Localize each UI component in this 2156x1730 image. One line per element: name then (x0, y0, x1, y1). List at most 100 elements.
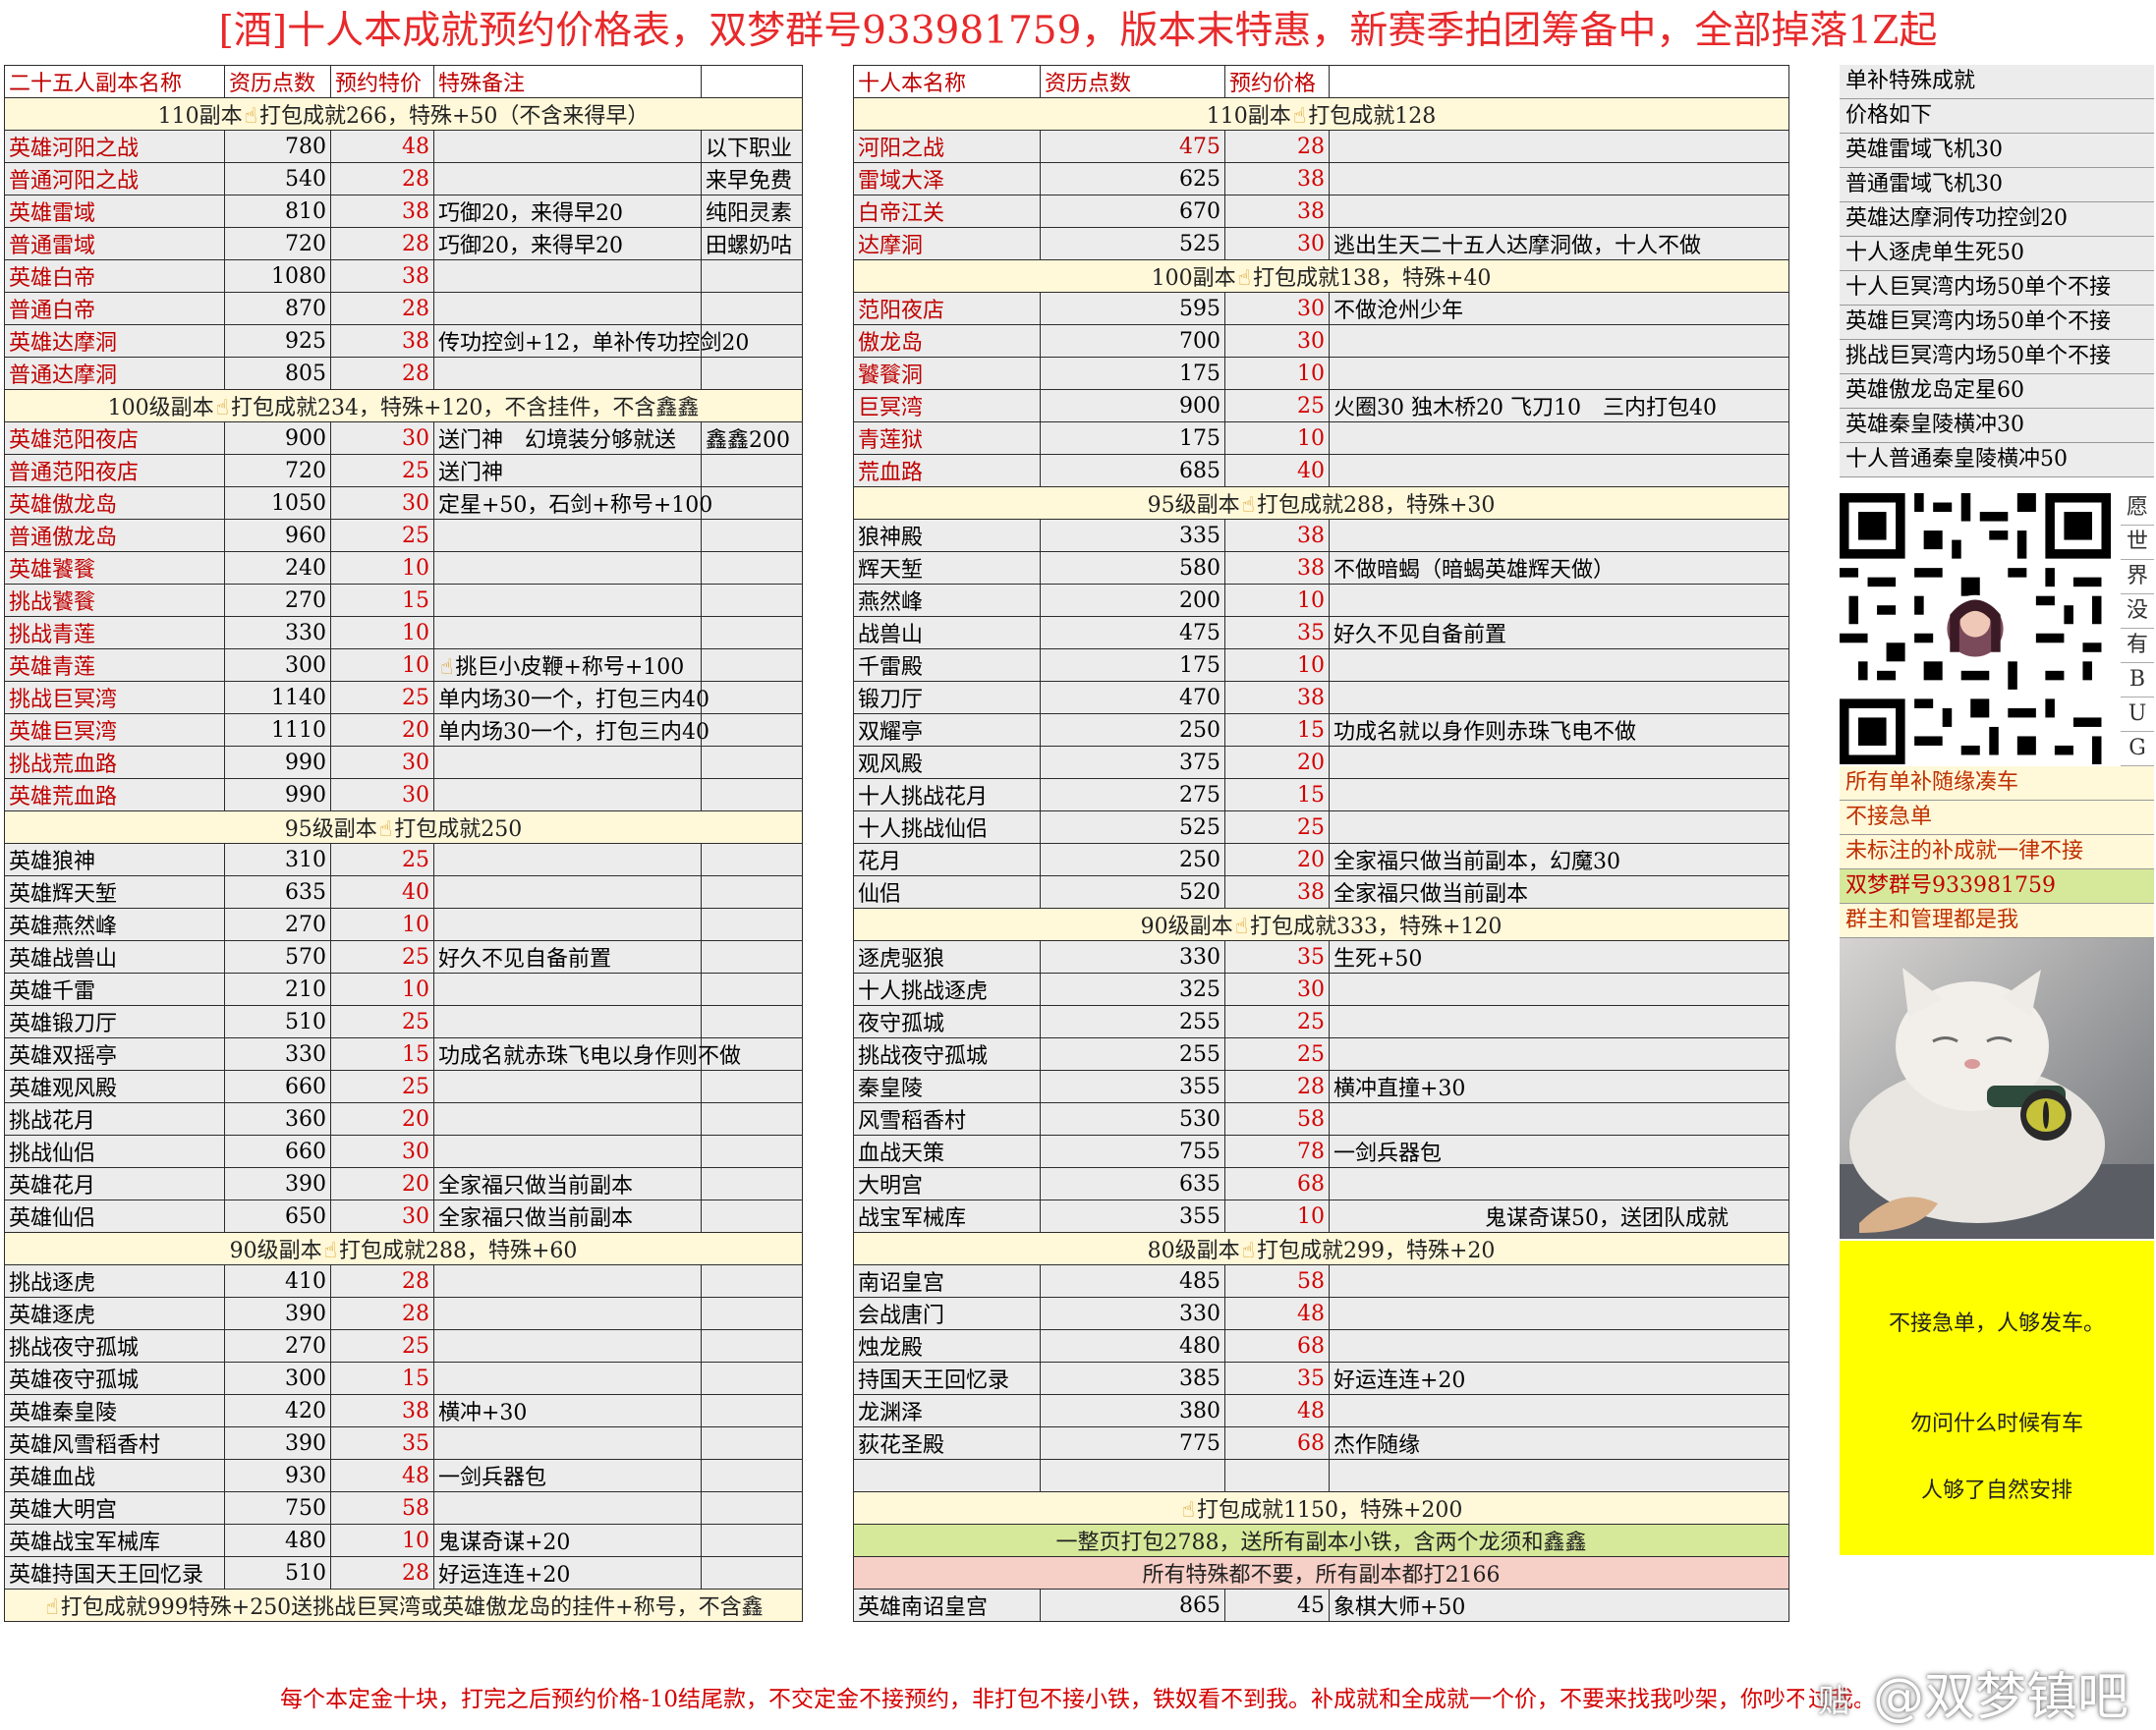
reservation-price: 38 (1224, 551, 1330, 585)
special-note (1329, 973, 1789, 1006)
left-section-label: 90级副本☝打包成就288，特殊+60 (4, 1232, 803, 1265)
pointing-hand-icon: ☝ (1234, 915, 1248, 939)
middle-section-label: 110副本☝打包成就128 (853, 97, 1789, 131)
qualification-points: 930 (224, 1459, 331, 1492)
extra-note (701, 1329, 803, 1363)
middle-table-row (853, 1459, 1789, 1492)
dungeon-name: 双耀亭 (853, 713, 1041, 747)
middle-table-row: 青莲狱 175 10 (853, 421, 1789, 455)
extra-note (701, 1297, 803, 1330)
special-note: 横冲直撞+30 (1329, 1070, 1789, 1103)
special-note: 横冲+30 (433, 1394, 702, 1427)
extra-note (701, 681, 803, 714)
pointing-hand-icon: ☝ (244, 104, 257, 129)
dungeon-name: 英雄达摩洞 (4, 324, 225, 358)
cat-photo (1840, 938, 2154, 1239)
dungeon-name: 血战天策 (853, 1135, 1041, 1168)
qualification-points: 810 (224, 195, 331, 228)
dungeon-name: 燕然峰 (853, 584, 1041, 617)
right-note-item: 所有单补随缘凑车 (1840, 766, 2154, 801)
extra-note (701, 1556, 803, 1590)
reservation-price: 25 (330, 1329, 434, 1363)
special-note: 功成名就以身作则赤珠飞电不做 (1329, 713, 1789, 747)
left-table-row: 英雄白帝 1080 38 (4, 259, 803, 293)
left-table-row: 英雄双摇亭 330 15 功成名就赤珠飞电以身作则不做 (4, 1037, 803, 1071)
middle-header-cell: 预约价格 (1224, 65, 1330, 98)
qualification-points: 900 (224, 421, 331, 455)
dungeon-name: 挑战饕餮 (4, 584, 225, 617)
extra-note (701, 357, 803, 390)
special-note: 杰作随缘 (1329, 1426, 1789, 1460)
qualification-points: 470 (1040, 681, 1225, 714)
dungeon-name: 花月 (853, 843, 1041, 876)
left-section-label: 110副本☝打包成就266，特殊+50（不含来得早） (4, 97, 803, 131)
qualification-points: 480 (1040, 1329, 1225, 1363)
reservation-price: 38 (330, 259, 434, 293)
qualification-points: 635 (224, 875, 331, 909)
qualification-points: 865 (1040, 1589, 1225, 1622)
extra-note (701, 908, 803, 941)
special-note (1329, 778, 1789, 811)
special-note (433, 1070, 702, 1103)
special-note (433, 1491, 702, 1525)
special-note (1329, 1005, 1789, 1038)
middle-table-row: 南诏皇宫 485 58 (853, 1264, 1789, 1298)
middle-table-row: 荒血路 685 40 (853, 454, 1789, 487)
dungeon-name: 挑战夜守孤城 (4, 1329, 225, 1363)
special-note: 单内场30一个，打包三内40 (433, 713, 709, 747)
dungeon-name: 烛龙殿 (853, 1329, 1041, 1363)
middle-table-row: 十人挑战逐虎 325 30 (853, 973, 1789, 1006)
dungeon-name: 辉天堑 (853, 551, 1041, 585)
qr-side-text: 愿世界没有BUG (2121, 491, 2154, 766)
reservation-price: 15 (1224, 713, 1330, 747)
dungeon-name: 白帝江关 (853, 195, 1041, 228)
left-table-row: 英雄大明宫 750 58 (4, 1491, 803, 1525)
extra-note (701, 1491, 803, 1525)
special-note: 好运连连+20 (433, 1556, 702, 1590)
qualification-points: 355 (1040, 1070, 1225, 1103)
dungeon-name: 英雄白帝 (4, 259, 225, 293)
dungeon-name: 英雄逐虎 (4, 1297, 225, 1330)
left-table-row: 普通雷域 720 28 巧御20，来得早20 田螺奶咕 (4, 227, 803, 260)
middle-section-label: 所有特殊都不要，所有副本都打2166 (853, 1556, 1789, 1590)
left-table-row: 挑战逐虎 410 28 (4, 1264, 803, 1298)
middle-table-row: 烛龙殿 480 68 (853, 1329, 1789, 1363)
middle-section-label: 一整页打包2788，送所有副本小铁，含两个龙须和鑫鑫 (853, 1524, 1789, 1557)
pointing-hand-icon: ☝ (323, 1239, 337, 1263)
middle-table-row: 雷域大泽 625 38 (853, 162, 1789, 195)
left-table-row: 英雄傲龙岛 1050 30 定星+50，石剑+称号+100 (4, 486, 803, 520)
reservation-price: 38 (1224, 875, 1330, 909)
qualification-points: 755 (1040, 1135, 1225, 1168)
qualification-points: 870 (224, 292, 331, 325)
left-table-row: 普通白帝 870 28 (4, 292, 803, 325)
left-table-row: 英雄风雪稻香村 390 35 (4, 1426, 803, 1460)
qualification-points: 660 (224, 1135, 331, 1168)
dungeon-name: 英雄南诏皇宫 (853, 1589, 1041, 1622)
dungeon-name: 十人挑战逐虎 (853, 973, 1041, 1006)
dungeon-name: 锻刀厅 (853, 681, 1041, 714)
qualification-points: 525 (1040, 810, 1225, 844)
dungeon-name: 英雄持国天王回忆录 (4, 1556, 225, 1590)
dungeon-name: 青莲狱 (853, 421, 1041, 455)
middle-table-row: 辉天堑 580 38 不做暗蝎（暗蝎英雄辉天做） (853, 551, 1789, 585)
qualification-points: 330 (224, 1037, 331, 1071)
left-table-row: 挑战青莲 330 10 (4, 616, 803, 649)
dungeon-name: 荻花圣殿 (853, 1426, 1041, 1460)
reservation-price: 25 (330, 454, 434, 487)
extra-note (701, 259, 803, 293)
special-achievement-item: 单补特殊成就 (1840, 65, 2154, 99)
extra-note (701, 843, 803, 876)
dungeon-name: 英雄大明宫 (4, 1491, 225, 1525)
reservation-price: 38 (330, 324, 434, 358)
reservation-price: 25 (1224, 389, 1330, 422)
reservation-price: 35 (1224, 1362, 1330, 1395)
special-note (433, 292, 702, 325)
qualification-points: 520 (1040, 875, 1225, 909)
reservation-price: 35 (1224, 940, 1330, 974)
special-note: 全家福只做当前副本 (1329, 875, 1789, 909)
special-note (1329, 519, 1789, 552)
qualification-points: 540 (224, 162, 331, 195)
extra-note (701, 1135, 803, 1168)
reservation-price: 58 (1224, 1264, 1330, 1298)
special-note (1329, 1037, 1789, 1071)
